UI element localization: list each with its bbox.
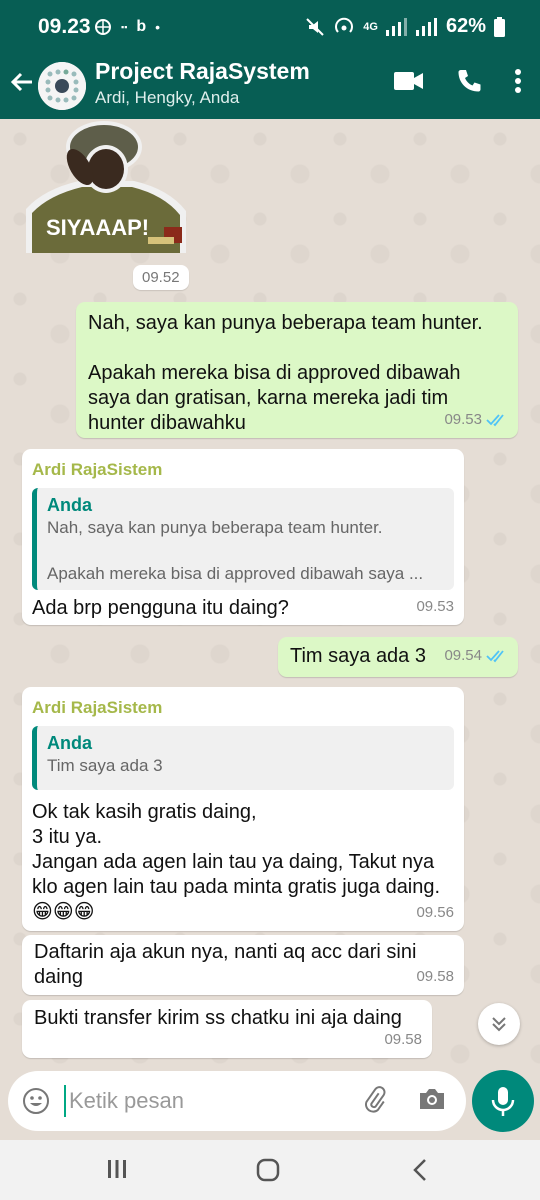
message-meta: 09.53 xyxy=(444,407,508,432)
quoted-text: Tim saya ada 3 xyxy=(47,756,163,775)
system-icons: 4G 62% xyxy=(305,15,505,38)
message-text: Ok tak kasih gratis daing, 3 itu ya. Jan… xyxy=(32,801,441,923)
back-button[interactable] xyxy=(8,68,38,98)
globe-icon xyxy=(95,19,111,35)
app-notification-icon: b xyxy=(136,18,147,35)
message-time: 09.56 xyxy=(416,904,454,921)
message-meta: 09.54 xyxy=(444,643,508,668)
chat-header: Project RajaSystem Ardi, Hengky, Anda xyxy=(0,56,540,119)
message-input[interactable] xyxy=(64,1085,334,1117)
video-call-icon[interactable] xyxy=(394,70,424,92)
hotspot-icon xyxy=(335,17,354,33)
system-navigation-bar xyxy=(0,1140,540,1200)
signal-icon xyxy=(385,17,407,36)
network-type: 4G xyxy=(363,20,378,33)
message-text: Daftarin aja akun nya, nanti aq acc dari… xyxy=(34,941,417,988)
message-time: 09.58 xyxy=(416,968,454,985)
message-composer xyxy=(8,1071,466,1131)
voice-message-button[interactable] xyxy=(472,1070,534,1132)
sender-name: Ardi RajaSistem xyxy=(32,698,163,717)
signal-icon xyxy=(415,17,437,36)
mute-icon xyxy=(306,17,324,36)
microphone-icon xyxy=(491,1087,515,1116)
sticker-caption: SIYAAAP! xyxy=(46,215,150,240)
incoming-message[interactable]: Bukti transfer kirim ss chatku ini aja d… xyxy=(22,1000,432,1058)
message-meta: 09.58 xyxy=(416,964,454,989)
quoted-message[interactable]: Anda Nah, saya kan punya beberapa team h… xyxy=(32,488,454,590)
scroll-to-bottom-button[interactable] xyxy=(478,1003,520,1045)
incoming-message[interactable]: Ardi RajaSistem Anda Nah, saya kan punya… xyxy=(22,449,464,625)
read-ticks-icon xyxy=(486,649,504,662)
dot-icon: • xyxy=(155,19,161,35)
camera-icon xyxy=(420,1089,444,1109)
message-time: 09.53 xyxy=(416,598,454,615)
more-options-icon[interactable] xyxy=(514,68,522,94)
message-time: 09.58 xyxy=(384,1031,422,1048)
group-avatar[interactable] xyxy=(38,62,86,110)
notification-icons: ▪▪ b • xyxy=(94,18,160,36)
quoted-message[interactable]: Anda Tim saya ada 3 xyxy=(32,726,454,790)
emoji-icon xyxy=(23,1088,49,1114)
message-meta: 09.58 xyxy=(384,1027,422,1052)
read-ticks-icon xyxy=(486,413,504,426)
incoming-message[interactable]: Daftarin aja akun nya, nanti aq acc dari… xyxy=(22,935,464,995)
sticker-timestamp: 09.52 xyxy=(133,265,189,290)
quoted-sender: Anda xyxy=(47,733,92,753)
quoted-text: Nah, saya kan punya beberapa team hunter… xyxy=(47,518,424,583)
attach-button[interactable] xyxy=(360,1085,390,1120)
back-nav-button[interactable] xyxy=(410,1158,430,1182)
battery-percent: 62% xyxy=(445,15,486,37)
group-avatar-image xyxy=(38,62,86,110)
quoted-sender: Anda xyxy=(47,495,92,515)
arrow-left-icon xyxy=(10,72,32,92)
group-members[interactable]: Ardi, Hengky, Anda xyxy=(95,88,239,108)
phone-call-icon[interactable] xyxy=(456,68,482,94)
message-text: Nah, saya kan punya beberapa team hunter… xyxy=(88,312,483,434)
double-chevron-down-icon xyxy=(492,1017,506,1032)
home-button[interactable] xyxy=(256,1158,280,1182)
status-bar: 09.23 ▪▪ b • 4G 62% xyxy=(0,0,540,56)
recent-apps-button[interactable] xyxy=(106,1158,128,1180)
message-time: 09.53 xyxy=(444,411,482,428)
chat-area[interactable]: SIYAAAP! 09.52 Nah, saya kan punya beber… xyxy=(0,119,540,1070)
message-text: Bukti transfer kirim ss chatku ini aja d… xyxy=(34,1007,402,1029)
message-text: Ada brp pengguna itu daing? xyxy=(32,597,289,619)
message-meta: 09.53 xyxy=(416,594,454,619)
app-notification-icon: ▪▪ xyxy=(121,22,128,32)
emoji-button[interactable] xyxy=(22,1087,50,1120)
sticker-message[interactable]: SIYAAAP! xyxy=(24,119,190,253)
battery-icon xyxy=(494,16,505,37)
incoming-message[interactable]: Ardi RajaSistem Anda Tim saya ada 3 Ok t… xyxy=(22,687,464,931)
message-time: 09.54 xyxy=(444,647,482,664)
outgoing-message[interactable]: Tim saya ada 3 09.54 xyxy=(278,637,518,677)
header-actions xyxy=(394,68,522,94)
camera-button[interactable] xyxy=(418,1086,446,1117)
outgoing-message[interactable]: Nah, saya kan punya beberapa team hunter… xyxy=(76,302,518,438)
paperclip-icon xyxy=(365,1086,386,1113)
group-title[interactable]: Project RajaSystem xyxy=(95,58,310,85)
status-time: 09.23 xyxy=(38,15,91,38)
sender-name: Ardi RajaSistem xyxy=(32,460,163,479)
message-meta: 09.56 xyxy=(416,900,454,925)
